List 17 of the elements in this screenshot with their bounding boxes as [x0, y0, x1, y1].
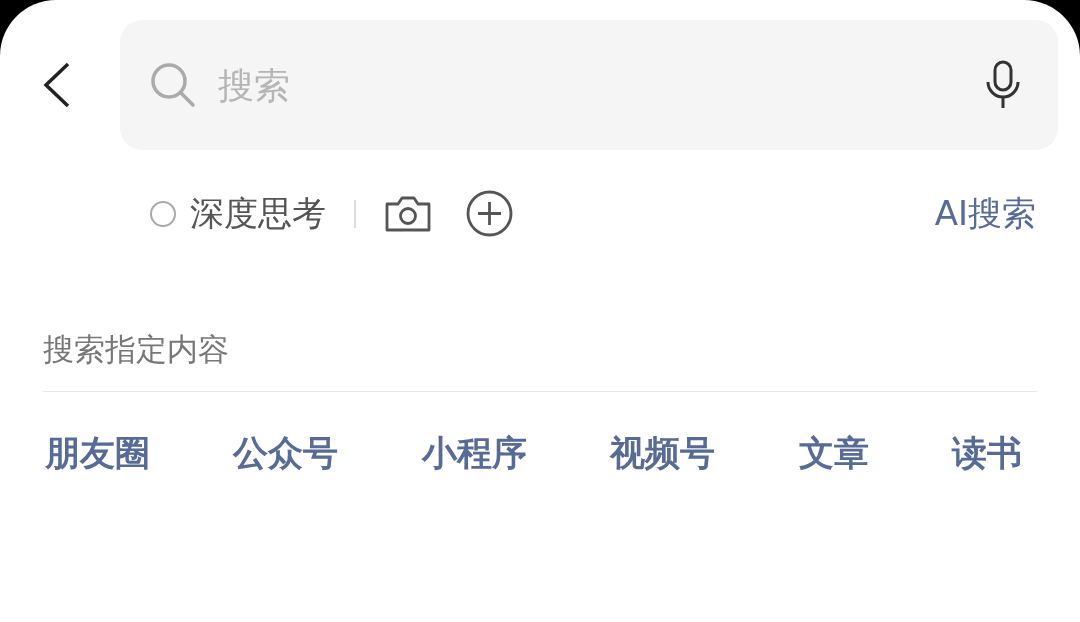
search-input[interactable]: 搜索 — [216, 63, 964, 107]
microphone-icon[interactable] — [984, 60, 1022, 110]
category-link[interactable]: 读书 — [951, 430, 1022, 477]
category-link[interactable]: 小程序 — [421, 430, 527, 477]
radio-button[interactable] — [150, 200, 176, 227]
category-link[interactable]: 公众号 — [233, 430, 339, 477]
add-icon[interactable] — [466, 190, 513, 237]
search-field[interactable]: 搜索 — [120, 20, 1058, 150]
ai-search-link[interactable]: AI搜索 — [934, 190, 1036, 237]
camera-icon[interactable] — [384, 195, 432, 232]
category-link[interactable]: 朋友圈 — [45, 430, 150, 477]
category-link[interactable]: 文章 — [798, 430, 869, 477]
back-button[interactable] — [42, 62, 72, 108]
search-icon — [150, 62, 196, 108]
section-title: 搜索指定内容 — [43, 329, 1037, 392]
category-link[interactable]: 视频号 — [610, 430, 716, 477]
deep-thinking-label[interactable]: 深度思考 — [190, 190, 326, 237]
